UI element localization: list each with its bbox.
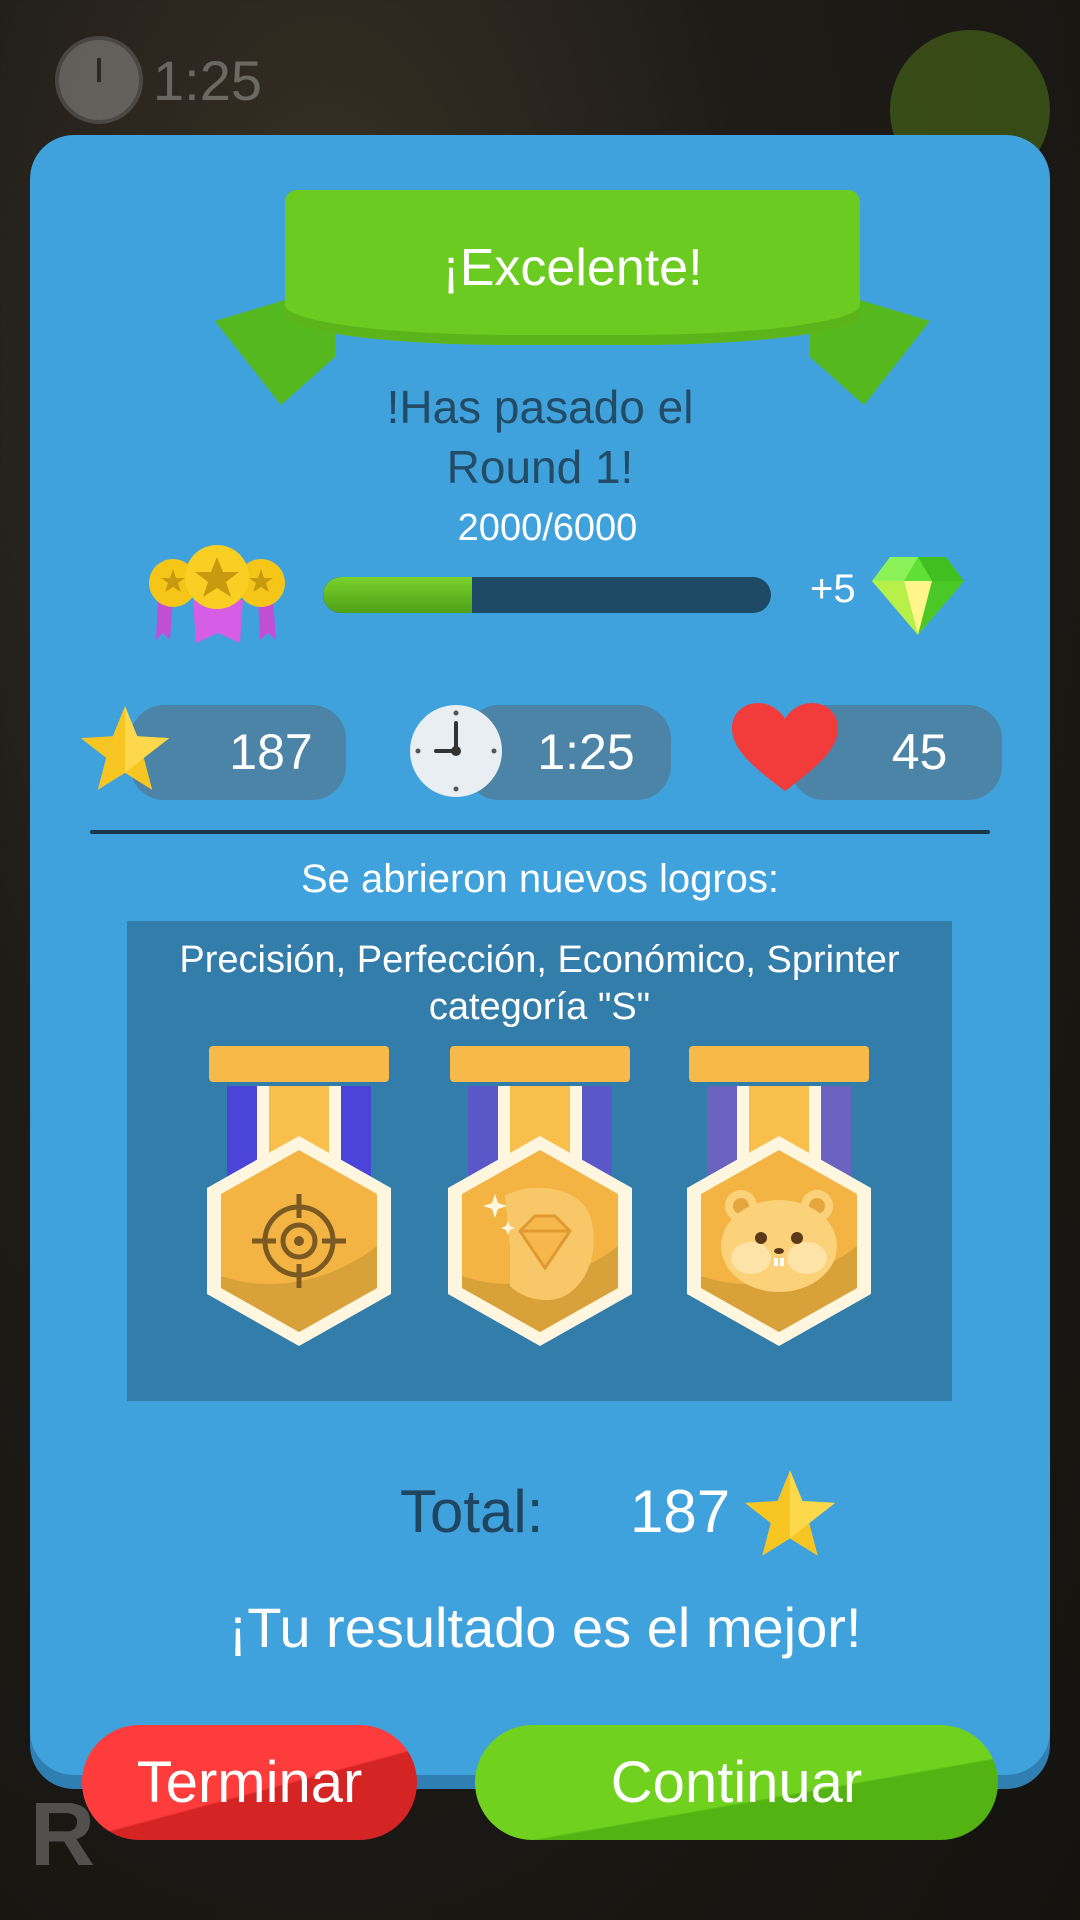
- stars-value: 187: [229, 724, 313, 780]
- score-progress-fill: [323, 577, 473, 613]
- total-value: 187: [630, 1478, 731, 1545]
- gem-icon: [872, 557, 964, 635]
- score-progress-text: 2000/6000: [457, 507, 638, 549]
- end-button[interactable]: Terminar: [82, 1725, 417, 1840]
- heart-icon: [732, 703, 838, 791]
- time-value: 1:25: [537, 724, 635, 780]
- lives-value: 45: [891, 724, 948, 780]
- achievements-list: Precisión, Perfección, Económico, Sprint…: [179, 939, 900, 1028]
- background-clock-icon: [55, 36, 143, 124]
- section-divider: [90, 830, 990, 834]
- medals-icon: [149, 545, 285, 643]
- clock-icon: [410, 705, 502, 797]
- gem-reward-amount: +5: [810, 567, 856, 611]
- results-dialog: ¡Excelente! !Has pasado el Round 1! 2000…: [30, 135, 1050, 1840]
- achievements-panel: Precisión, Perfección, Económico, Sprint…: [127, 921, 952, 1401]
- total-label: Total:: [400, 1478, 544, 1545]
- continue-button[interactable]: Continuar: [475, 1725, 998, 1840]
- result-message: ¡Tu resultado es el mejor!: [228, 1596, 862, 1659]
- star-icon: [80, 706, 170, 790]
- achievements-heading: Se abrieron nuevos logros:: [300, 857, 780, 901]
- score-progress-bar: [323, 577, 771, 613]
- background-hud: 1:25: [55, 36, 262, 124]
- hamster-icon: [687, 1046, 871, 1346]
- round-passed-message: !Has pasado el Round 1!: [386, 381, 694, 493]
- diamond-hand-icon: [448, 1046, 632, 1346]
- background-time: 1:25: [153, 48, 262, 112]
- dialog-title: ¡Excelente!: [442, 238, 703, 297]
- total-star-icon: [744, 1470, 836, 1556]
- target-icon: [207, 1046, 391, 1346]
